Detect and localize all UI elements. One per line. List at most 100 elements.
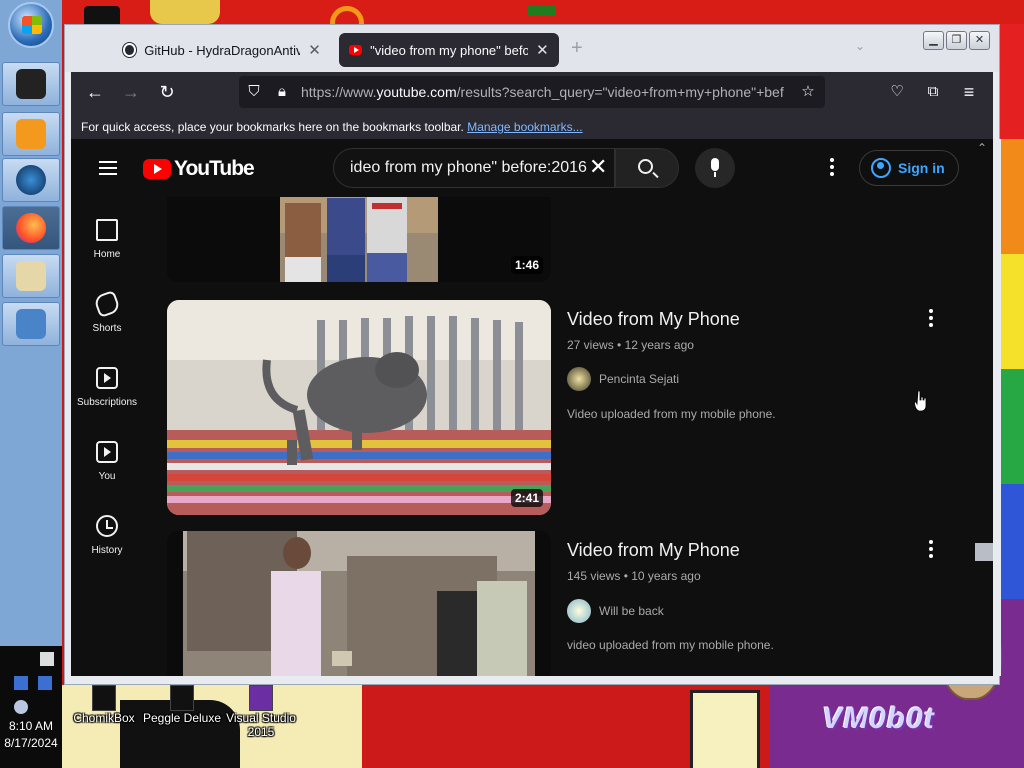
desktop-icon-visual-studio[interactable]: Visual Studio 2015 — [222, 685, 300, 739]
taskbar-app-paint[interactable] — [2, 254, 60, 298]
youtube-favicon-icon — [349, 45, 363, 55]
video-age: 10 years ago — [631, 569, 701, 583]
speaker-icon[interactable] — [14, 700, 28, 714]
video-duration: 2:41 — [510, 489, 543, 507]
channel-link[interactable]: Pencinta Sejati — [567, 367, 679, 391]
lock-icon[interactable]: 🔒︎ — [273, 83, 291, 101]
bookmarks-hint-text: For quick access, place your bookmarks h… — [81, 120, 464, 134]
channel-link[interactable]: Will be back — [567, 599, 664, 623]
forward-arrow-icon[interactable]: → — [119, 80, 143, 104]
youtube-logo-text: YouTube — [174, 157, 255, 180]
navigation-toolbar: ← → ↻ ⛉ 🔒︎ https://www.youtube.com/resul… — [71, 72, 993, 112]
github-favicon-icon — [123, 43, 137, 57]
search-results: 1:46 2:41 Video from My Phone 27 views •… — [167, 173, 993, 676]
video-description: video uploaded from my mobile phone. — [567, 638, 774, 652]
youtube-logo[interactable]: YouTube — [143, 157, 255, 181]
desktop-icon-chomikbox[interactable]: ChomikBox — [64, 685, 144, 725]
sidebar-item-shorts[interactable]: Shorts — [71, 289, 143, 334]
more-actions-icon[interactable] — [929, 540, 933, 561]
search-icon — [638, 159, 653, 174]
tab-close-icon[interactable]: ✕ — [308, 41, 321, 59]
wallpaper-green-shape — [528, 6, 556, 16]
home-icon — [96, 219, 118, 241]
sidebar-item-label: Subscriptions — [76, 397, 138, 408]
manage-bookmarks-link[interactable]: Manage bookmarks... — [467, 120, 582, 134]
visual-studio-icon — [249, 685, 273, 711]
search-query: ideo from my phone" before:2016 — [350, 159, 587, 176]
bookmark-star-icon[interactable]: ☆ — [799, 83, 817, 101]
tab-youtube[interactable]: "video from my phone" before: ✕ — [339, 33, 559, 67]
video-description: Video uploaded from my mobile phone. — [567, 407, 776, 421]
minimize-button[interactable]: ▁ — [923, 31, 944, 50]
clear-search-icon[interactable]: ✕ — [589, 156, 607, 178]
settings-more-icon[interactable] — [830, 158, 834, 179]
back-arrow-icon[interactable]: ← — [83, 80, 107, 104]
monitor-icon[interactable] — [38, 676, 52, 690]
pocket-icon[interactable]: ♡ — [885, 80, 909, 104]
page-scrollbar[interactable] — [993, 139, 1001, 676]
guide-menu-icon[interactable] — [99, 161, 117, 175]
firefox-window: GitHub - HydraDragonAntivirus ✕ "video f… — [64, 24, 1001, 685]
youtube-mini-guide: Home Shorts Subscriptions You History — [71, 197, 143, 676]
url-bar[interactable]: ⛉ 🔒︎ https://www.youtube.com/results?sea… — [239, 76, 825, 108]
start-button[interactable] — [8, 2, 54, 48]
video-thumbnail-2[interactable]: 2:41 — [167, 300, 551, 515]
reload-icon[interactable]: ↻ — [155, 80, 179, 104]
channel-name[interactable]: Pencinta Sejati — [599, 372, 679, 386]
scrollbar-thumb[interactable] — [975, 543, 993, 561]
voice-search-button[interactable] — [695, 148, 735, 188]
sidebar-item-you[interactable]: You — [71, 441, 143, 482]
hand-cursor-icon — [915, 391, 927, 411]
close-window-button[interactable]: ✕ — [969, 31, 990, 50]
desktop-icon-peggle[interactable]: Peggle Deluxe — [142, 685, 222, 725]
channel-avatar[interactable] — [567, 367, 591, 391]
sidebar-item-label: Home — [93, 249, 121, 260]
sidebar-item-history[interactable]: History — [71, 515, 143, 556]
search-input[interactable]: ideo from my phone" before:2016 — [333, 148, 615, 188]
sidebar-item-subscriptions[interactable]: Subscriptions — [71, 367, 143, 408]
taskbar-app-computer[interactable] — [2, 302, 60, 346]
show-hidden-icons-icon[interactable] — [40, 652, 54, 666]
wallpaper-yellow-shape — [150, 0, 220, 24]
sidebar-item-label: Shorts — [92, 323, 122, 334]
scroll-up-arrow-icon[interactable]: ⌃ — [977, 141, 987, 155]
desktop-icon-label: Peggle Deluxe — [142, 711, 222, 725]
wallpaper-rainbow-stripes — [1000, 24, 1024, 714]
video-title[interactable]: Video from My Phone — [567, 540, 740, 561]
search-button[interactable] — [615, 148, 679, 188]
channel-name[interactable]: Will be back — [599, 604, 664, 618]
youtube-masthead: YouTube ideo from my phone" before:2016 … — [71, 139, 993, 197]
desktop-icon-label: Visual Studio 2015 — [226, 711, 296, 739]
history-icon — [96, 515, 118, 537]
url-text[interactable]: https://www.youtube.com/results?search_q… — [301, 84, 791, 100]
taskbar-app-firefox[interactable] — [2, 206, 60, 250]
sign-in-button[interactable]: Sign in — [859, 150, 959, 186]
sidebar-item-home[interactable]: Home — [71, 219, 143, 260]
tab-github[interactable]: GitHub - HydraDragonAntivirus ✕ — [113, 33, 331, 67]
more-actions-icon[interactable] — [929, 309, 933, 330]
extensions-icon[interactable]: ⧉ — [921, 80, 945, 104]
network-icon[interactable] — [14, 676, 28, 690]
taskbar-clock[interactable]: 8:10 AM 8/17/2024 — [0, 718, 62, 752]
channel-avatar[interactable] — [567, 599, 591, 623]
taskbar-app-terminal[interactable] — [2, 62, 60, 106]
video-views: 27 views — [567, 338, 614, 352]
url-domain: youtube.com — [376, 84, 457, 100]
maximize-button[interactable]: ❐ — [946, 31, 967, 50]
chomikbox-icon — [92, 685, 116, 711]
taskbar-app-globe[interactable] — [2, 158, 60, 202]
taskbar-app-media-player[interactable] — [2, 112, 60, 156]
wallpaper-paper-shape — [690, 690, 760, 768]
video-thumbnail-3[interactable] — [167, 531, 551, 676]
new-tab-button[interactable]: + — [571, 37, 583, 60]
video-metadata: 145 views • 10 years ago — [567, 569, 701, 583]
list-all-tabs-icon[interactable]: ⌄ — [855, 39, 865, 53]
tab-close-icon[interactable]: ✕ — [536, 41, 549, 59]
app-menu-icon[interactable]: ≡ — [957, 80, 981, 104]
microphone-icon — [711, 158, 719, 177]
sign-in-label: Sign in — [898, 160, 945, 176]
tracking-shield-icon[interactable]: ⛉ — [245, 83, 263, 101]
video-title[interactable]: Video from My Phone — [567, 309, 740, 330]
windows-logo-icon — [22, 16, 42, 34]
url-prefix: https://www. — [301, 84, 377, 100]
